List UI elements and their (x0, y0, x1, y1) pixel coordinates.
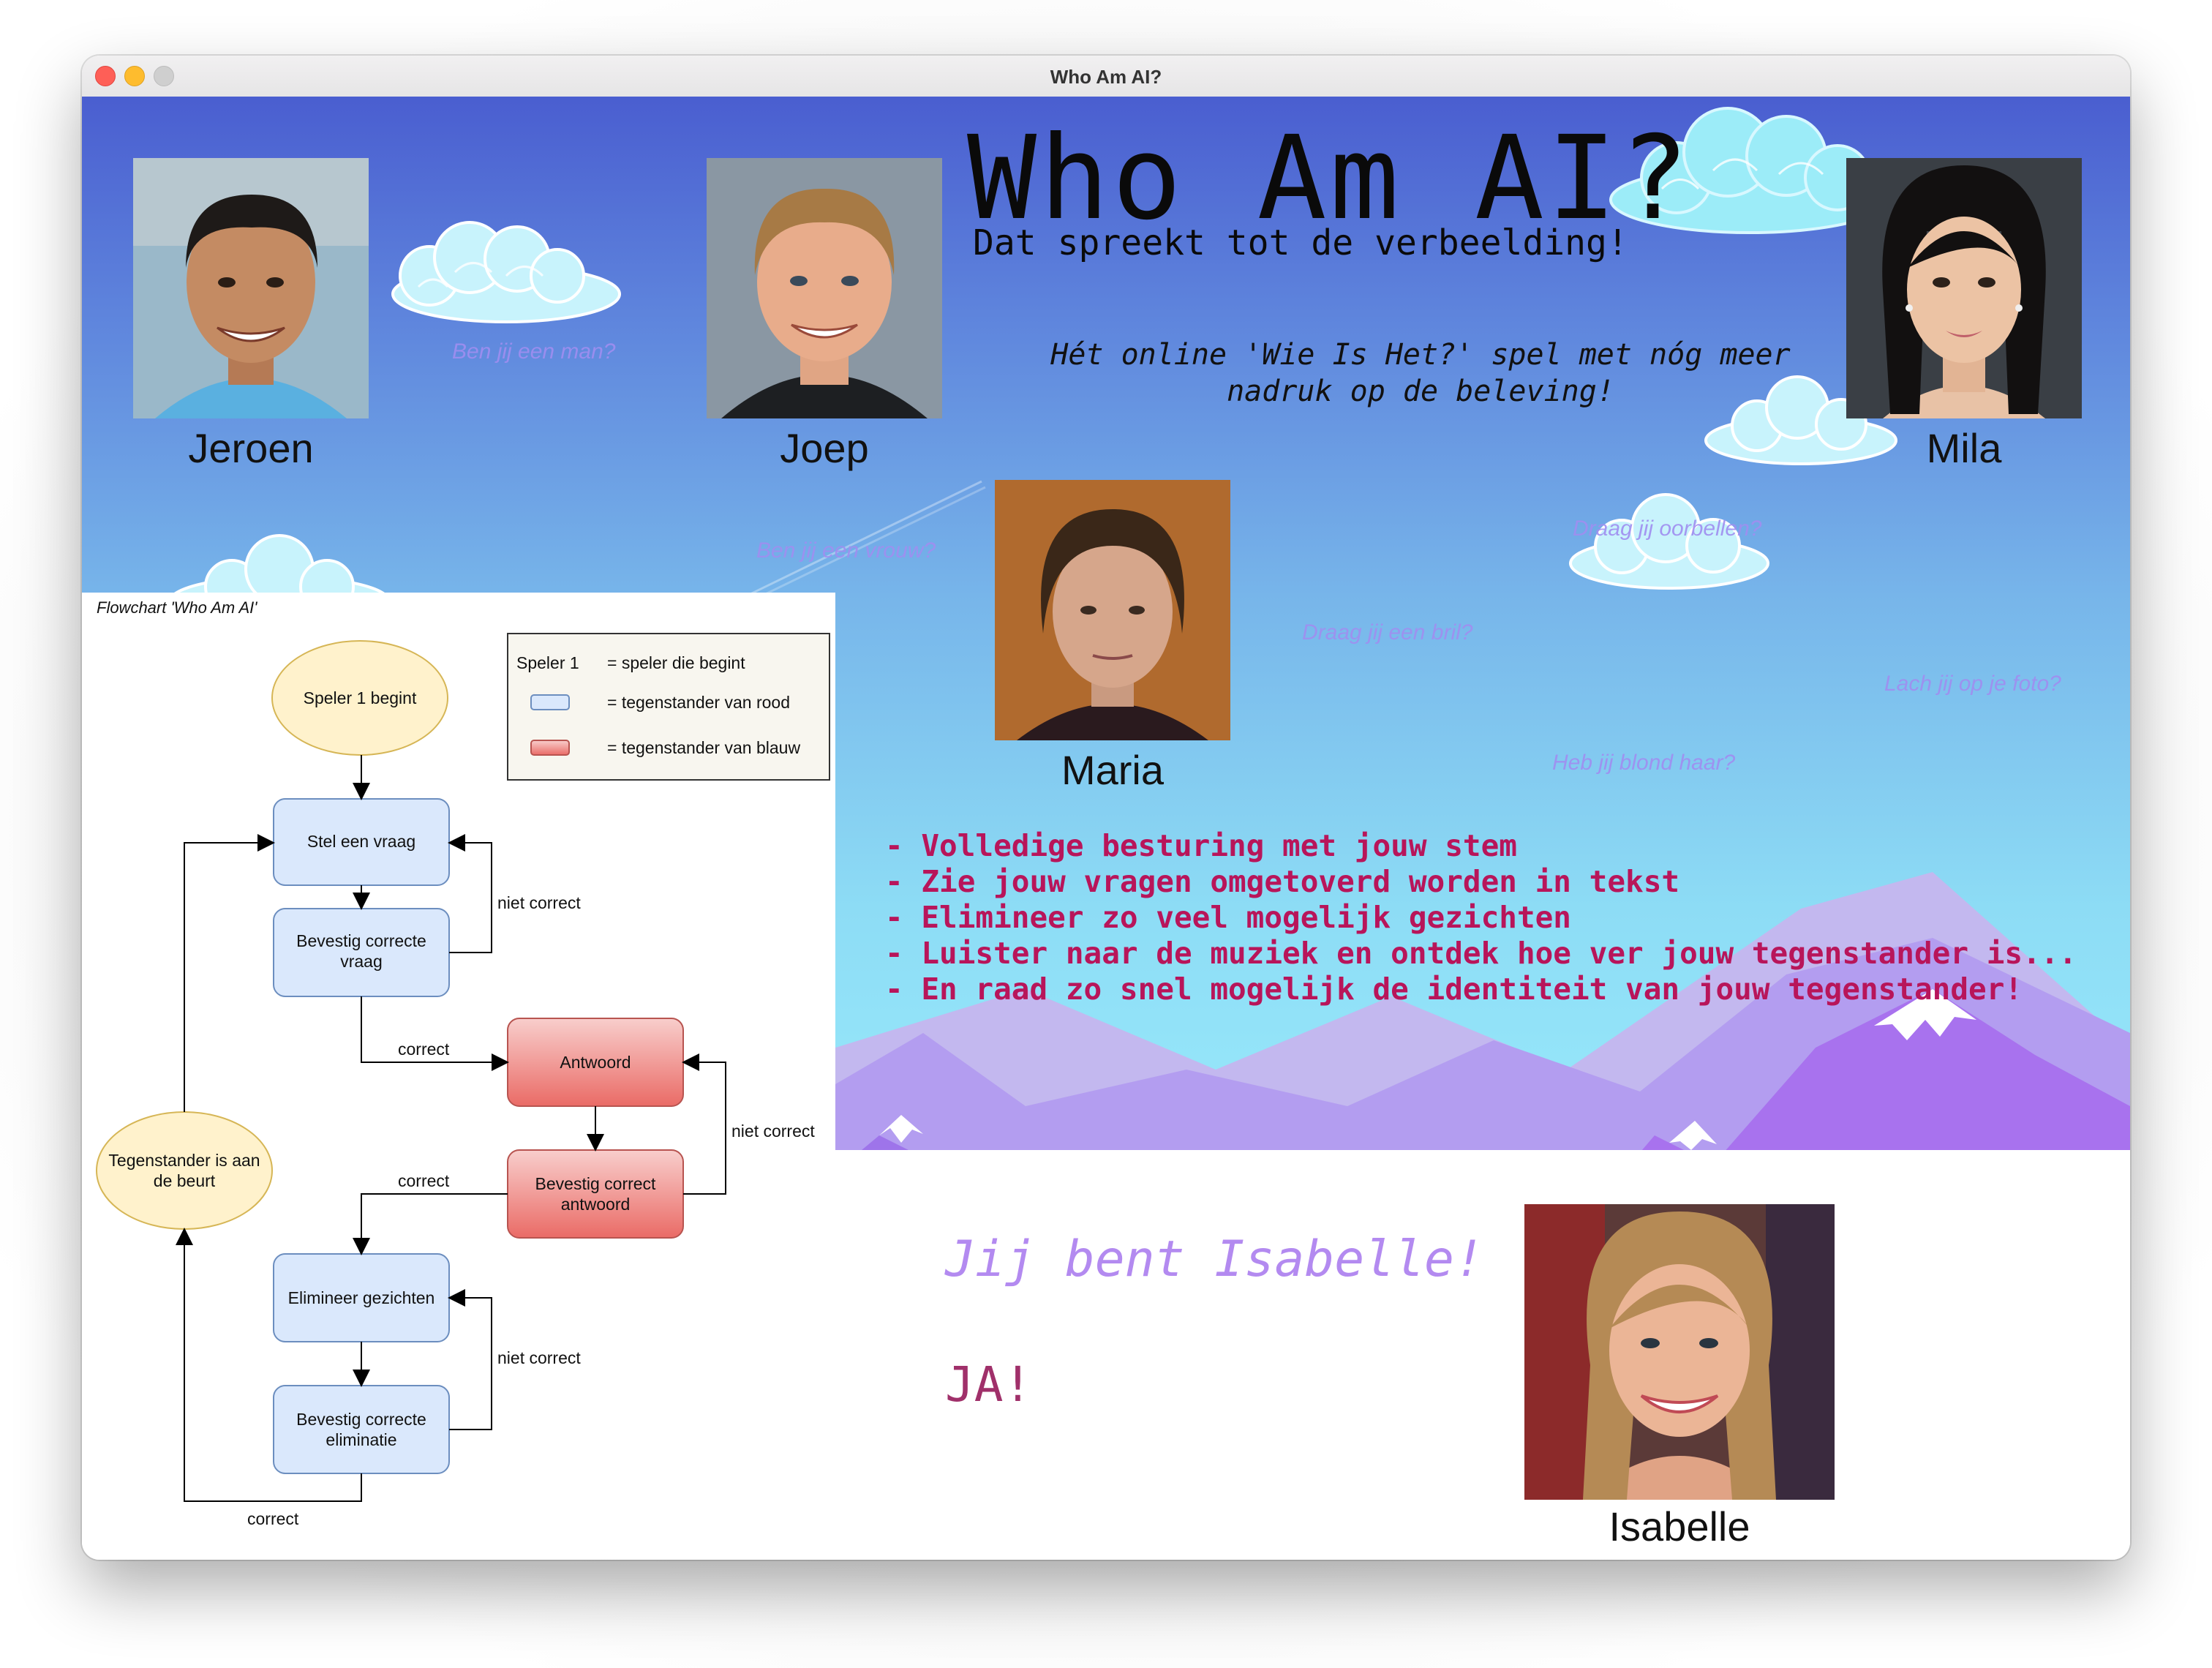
legend-blue-desc: = tegenstander van rood (607, 693, 790, 712)
legend-player-desc: = speler die begint (607, 653, 745, 672)
floating-question: Draag jij oorbellen? (1573, 516, 1762, 541)
tagline: Hét online 'Wie Is Het?' spel met nóg me… (1026, 337, 1816, 410)
feature-item: - Luister naar de muziek en ontdek hoe v… (885, 936, 2077, 971)
node-confirm-question-label: Bevestig correcte (296, 931, 426, 950)
floating-question: Ben jij een vrouw? (756, 538, 936, 563)
feature-list: - Volledige besturing met jouw stem - Zi… (885, 828, 2077, 1007)
legend-blue-swatch (530, 694, 570, 710)
floating-question: Draag jij een bril? (1302, 620, 1473, 645)
legend-red-swatch (530, 740, 570, 756)
node-opponent (96, 1111, 273, 1230)
legend-red-desc: = tegenstander van blauw (607, 738, 800, 757)
node-opponent-label: de beurt (154, 1171, 216, 1190)
cloud-icon (391, 221, 621, 323)
floating-question: Lach jij op je foto? (1884, 672, 2061, 696)
node-confirm-answer-label: Bevestig correct (535, 1174, 657, 1193)
tagline-line: Hét online 'Wie Is Het?' spel met nóg me… (1050, 338, 1791, 372)
joep-photo[interactable] (707, 158, 942, 418)
app-window: Who Am AI? Who Am AI? Dat spreekt tot de… (82, 56, 2130, 1560)
character-name: Joep (780, 425, 869, 471)
node-confirm-elimination-label: Bevestig correcte (296, 1410, 426, 1429)
legend-player-label: Speler 1 (516, 653, 579, 672)
jeroen-photo[interactable] (133, 158, 369, 418)
floating-question: Ben jij een man? (452, 339, 616, 364)
snow-ground (835, 1150, 2130, 1560)
window-title: Who Am AI? (1050, 66, 1162, 88)
edge-label-correct: correct (398, 1171, 450, 1190)
maria-photo[interactable] (995, 480, 1230, 740)
flowchart-diagram: Speler 1 = speler die begint = tegenstan… (96, 633, 830, 1528)
node-confirm-elimination (273, 1385, 450, 1474)
character-name: Jeroen (188, 425, 314, 471)
floating-question: Heb jij blond haar? (1552, 751, 1736, 775)
feature-item: - Elimineer zo veel mogelijk gezichten (885, 900, 1571, 935)
node-answer-label: Antwoord (560, 1053, 631, 1072)
answer-text: JA! (945, 1356, 1033, 1413)
node-eliminate-label: Elimineer gezichten (288, 1288, 435, 1307)
edge-label-correct: correct (247, 1509, 299, 1528)
flowchart-panel: Flowchart 'Who Am AI' Speler 1 = speler … (82, 593, 835, 1560)
character-name: Mila (1926, 425, 2002, 471)
node-confirm-answer-label: antwoord (561, 1195, 631, 1214)
edge-label-correct: correct (398, 1040, 450, 1059)
node-ask-label: Stel een vraag (307, 832, 415, 851)
node-confirm-elimination-label: eliminatie (326, 1430, 396, 1449)
page-subtitle: Dat spreekt tot de verbeelding! (973, 222, 1628, 263)
edge-label-not-correct: niet correct (497, 893, 581, 912)
character-name: Maria (1061, 747, 1165, 793)
tagline-line: nadruk op de beleving! (1227, 375, 1614, 408)
feature-item: - En raad zo snel mogelijk de identiteit… (885, 972, 2023, 1007)
node-confirm-question-label: vraag (340, 952, 383, 971)
feature-item: - Volledige besturing met jouw stem (885, 828, 1517, 863)
node-confirm-answer (507, 1149, 684, 1239)
node-opponent-label: Tegenstander is aan (108, 1151, 260, 1170)
game-canvas: Who Am AI? Dat spreekt tot de verbeeldin… (82, 97, 2130, 1560)
mila-photo[interactable] (1846, 158, 2082, 418)
character-name: Isabelle (1609, 1503, 1750, 1549)
title-bar: Who Am AI? (82, 56, 2130, 98)
edge-label-not-correct: niet correct (497, 1348, 581, 1367)
node-start-label: Speler 1 begint (304, 688, 417, 707)
feature-item: - Zie jouw vragen omgetoverd worden in t… (885, 864, 1680, 899)
isabelle-photo[interactable] (1524, 1204, 1835, 1500)
edge-label-not-correct: niet correct (731, 1122, 815, 1141)
guess-result-text: Jij bent Isabelle! (945, 1231, 1484, 1288)
